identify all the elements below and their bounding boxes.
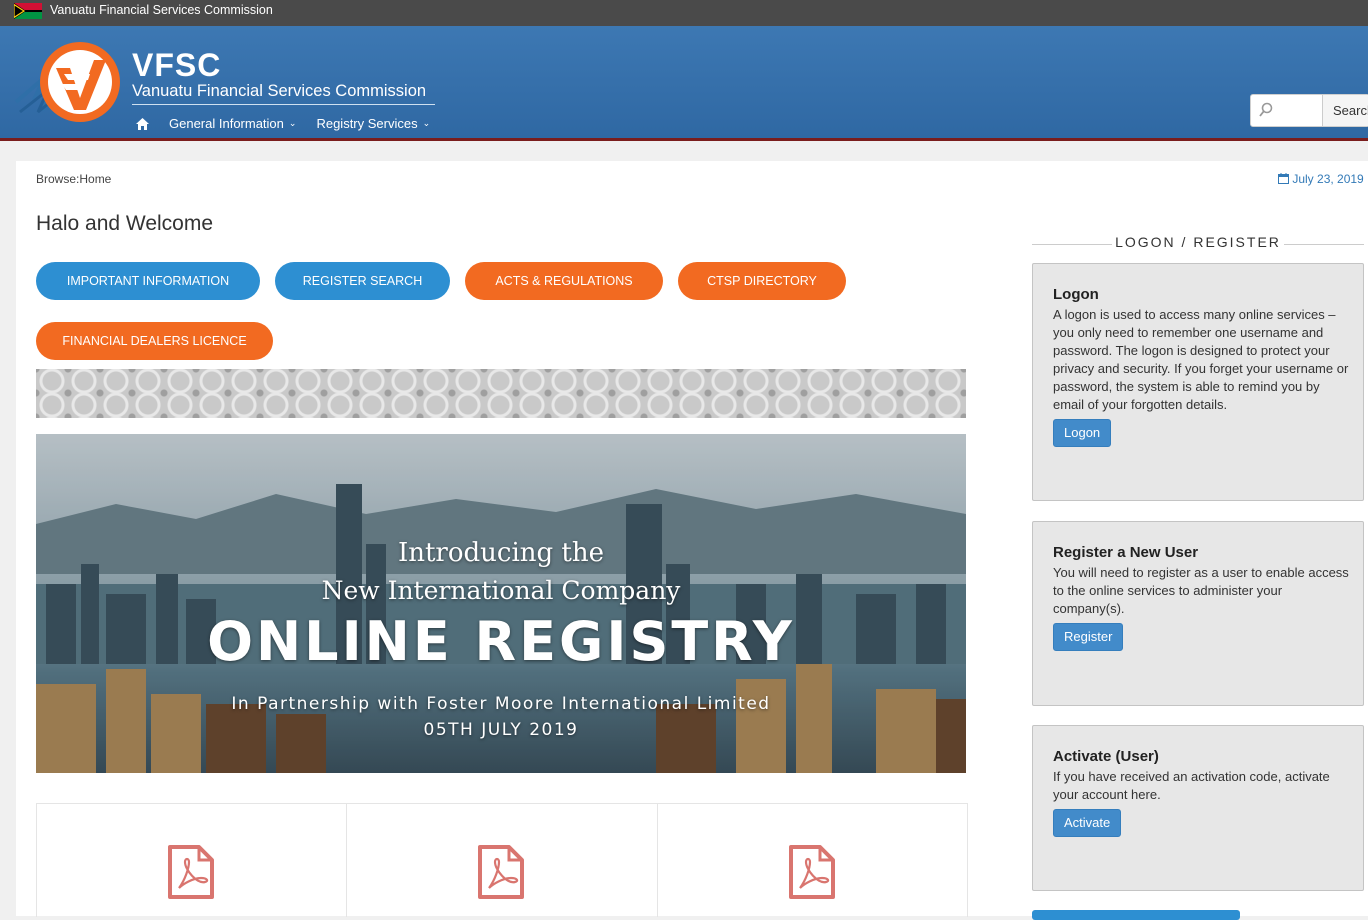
brand-full-name: Vanuatu Financial Services Commission [132, 82, 435, 105]
activate-panel-title: Activate (User) [1053, 748, 1159, 765]
financial-dealers-licence-button[interactable]: FINANCIAL DEALERS LICENCE [36, 322, 273, 360]
sidebar-heading: LOGON / REGISTER [1032, 234, 1364, 250]
register-button[interactable]: Register [1053, 623, 1124, 651]
pdf-icon [478, 845, 525, 899]
banner-date: 05TH JULY 2019 [423, 720, 579, 740]
brand-abbreviation: VFSC [132, 47, 222, 83]
register-panel: Register a New User You will need to reg… [1032, 521, 1364, 706]
ctsp-directory-button[interactable]: CTSP DIRECTORY [678, 262, 846, 300]
page-title: Halo and Welcome [36, 212, 214, 235]
register-panel-text: You will need to register as a user to e… [1053, 565, 1349, 616]
chevron-down-icon: ⌄ [422, 118, 431, 128]
important-information-button[interactable]: IMPORTANT INFORMATION [36, 262, 260, 300]
nav-label: General Information [169, 116, 284, 131]
nav-registry-services[interactable]: Registry Services ⌄ [316, 116, 430, 131]
breadcrumb: Browse:Home [36, 172, 112, 186]
document-card[interactable] [37, 804, 348, 917]
search-icon [1259, 102, 1273, 123]
online-registry-banner[interactable]: Introducing the New International Compan… [36, 434, 966, 773]
home-icon[interactable] [136, 117, 149, 130]
brand: VFSC Vanuatu Financial Services Commissi… [132, 48, 435, 105]
register-panel-title: Register a New User [1053, 544, 1199, 561]
activate-panel: Activate (User) If you have received an … [1032, 725, 1364, 891]
banner-line-1: Introducing the [397, 538, 605, 568]
pdf-icon [788, 845, 835, 899]
acts-regulations-button[interactable]: ACTS & REGULATIONS [465, 262, 663, 300]
document-cards [36, 803, 968, 917]
date-text: July 23, 2019 [1292, 172, 1364, 186]
search-box: Search [1250, 94, 1368, 127]
decorative-pattern-strip [36, 369, 966, 418]
logon-panel-text: A logon is used to access many online se… [1053, 307, 1349, 412]
banner-headline: ONLINE REGISTRY [207, 610, 795, 673]
site-header: VFSC Vanuatu Financial Services Commissi… [0, 26, 1368, 141]
top-bar-title: Vanuatu Financial Services Commission [50, 3, 273, 17]
vfsc-logo[interactable] [14, 40, 122, 126]
logon-panel-title: Logon [1053, 286, 1099, 303]
register-search-button[interactable]: REGISTER SEARCH [275, 262, 450, 300]
current-date: July 23, 2019 [1278, 172, 1364, 186]
nav-label: Registry Services [316, 116, 418, 131]
banner-line-2: New International Company [321, 576, 681, 605]
banner-partnership: In Partnership with Foster Moore Interna… [231, 694, 771, 714]
search-button[interactable]: Search [1322, 95, 1368, 126]
activate-panel-text: If you have received an activation code,… [1053, 769, 1330, 802]
vanuatu-flag-icon [14, 3, 42, 19]
pdf-icon [168, 845, 214, 899]
activate-button[interactable]: Activate [1053, 809, 1122, 837]
logon-panel: Logon A logon is used to access many onl… [1032, 263, 1364, 501]
partial-sidebar-button[interactable] [1032, 910, 1240, 920]
main-nav: General Information ⌄ Registry Services … [136, 116, 450, 131]
chevron-down-icon: ⌄ [288, 118, 297, 128]
top-bar: Vanuatu Financial Services Commission [0, 0, 1368, 26]
document-card[interactable] [347, 804, 658, 917]
nav-general-information[interactable]: General Information ⌄ [169, 116, 296, 131]
logon-button[interactable]: Logon [1053, 419, 1112, 447]
calendar-icon [1278, 172, 1292, 186]
document-card[interactable] [658, 804, 967, 917]
